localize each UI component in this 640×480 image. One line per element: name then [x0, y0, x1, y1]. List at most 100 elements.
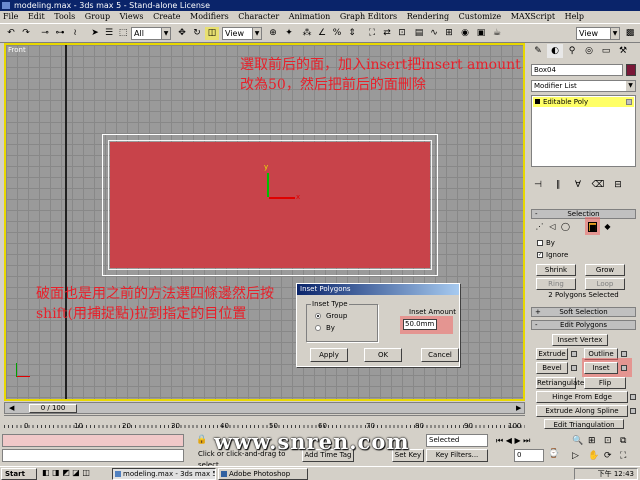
unlink-icon[interactable]: ⊶ — [53, 27, 67, 40]
ok-button[interactable]: OK — [364, 348, 402, 362]
dialog-title[interactable]: Inset Polygons — [297, 284, 459, 295]
angle-snap-icon[interactable]: ∠ — [315, 27, 329, 40]
insert-vertex-button[interactable]: Insert Vertex — [552, 334, 608, 346]
configure-sets-icon[interactable]: ⊟ — [611, 180, 625, 190]
current-frame-field[interactable]: 0 — [514, 449, 544, 462]
select-scale-icon[interactable]: ◫ — [205, 27, 219, 40]
inset-amount-field[interactable]: 50.0mm — [403, 319, 437, 330]
render-scene-icon[interactable]: ▣ — [474, 27, 488, 40]
object-name-field[interactable]: Box04 — [531, 64, 623, 76]
maximize-viewport-icon[interactable]: ⛶ — [620, 451, 626, 461]
select-by-name-icon[interactable]: ☰ — [102, 27, 116, 40]
utilities-tab-icon[interactable]: ⚒ — [615, 44, 631, 58]
redo-icon[interactable]: ↷ — [19, 27, 33, 40]
next-frame-icon[interactable]: ▶ — [516, 404, 521, 412]
select-rotate-icon[interactable]: ↻ — [190, 27, 204, 40]
bevel-settings-icon[interactable] — [571, 365, 577, 371]
select-manipulate-icon[interactable]: ✦ — [282, 27, 296, 40]
extrude-spline-settings-icon[interactable] — [630, 408, 636, 414]
playback-controls-icon[interactable]: ⏮ ◀ ▶ ⏭ — [496, 436, 530, 446]
inset-settings-icon[interactable] — [621, 365, 627, 371]
make-unique-icon[interactable]: ∀ — [571, 180, 585, 190]
by-vertex-checkbox[interactable]: By — [537, 239, 555, 247]
selected-polygon[interactable] — [110, 142, 430, 268]
gizmo-y-axis[interactable] — [267, 173, 269, 197]
arc-rotate-icon[interactable]: ⟳ — [604, 451, 612, 461]
reference-coord-dropdown[interactable]: View ▼ — [222, 27, 262, 40]
ring-button[interactable]: Ring — [536, 278, 576, 290]
key-filters-button[interactable]: Key Filters... — [426, 449, 488, 462]
menu-help[interactable]: Help — [565, 12, 584, 21]
menu-modifiers[interactable]: Modifiers — [190, 12, 229, 21]
selection-filter-dropdown[interactable]: All ▼ — [131, 27, 171, 40]
hierarchy-tab-icon[interactable]: ⚲ — [564, 44, 580, 58]
select-link-icon[interactable]: ⊸ — [38, 27, 52, 40]
fov-icon[interactable]: ▷ — [572, 451, 579, 461]
region-select-icon[interactable]: ⬚ — [116, 27, 130, 40]
key-mode-dropdown[interactable]: Selected — [426, 434, 488, 447]
stack-item-editable-poly[interactable]: Editable Poly — [533, 97, 634, 107]
menu-group[interactable]: Group — [85, 12, 110, 21]
extrude-button[interactable]: Extrude — [536, 348, 568, 360]
quick-render-icon[interactable]: ☕ — [490, 27, 504, 40]
shrink-button[interactable]: Shrink — [536, 264, 576, 276]
apply-button[interactable]: Apply — [310, 348, 348, 362]
clock[interactable]: 下午 12:43 — [598, 470, 634, 478]
object-color-swatch[interactable] — [626, 64, 636, 76]
gizmo-x-axis[interactable] — [269, 197, 295, 199]
zoom-icon[interactable]: 🔍 — [572, 436, 583, 446]
bevel-button[interactable]: Bevel — [536, 362, 568, 374]
material-editor-icon[interactable]: ◉ — [458, 27, 472, 40]
menu-views[interactable]: Views — [120, 12, 144, 21]
remove-modifier-icon[interactable]: ⌫ — [591, 180, 605, 190]
polygon-mode-icon[interactable]: ■ — [588, 222, 597, 232]
layer-manager-icon[interactable]: ▤ — [412, 27, 426, 40]
pan-icon[interactable]: ✋ — [588, 451, 599, 461]
ignore-backfacing-checkbox[interactable]: ✓ Ignore — [537, 251, 568, 259]
edit-polygons-rollout-header[interactable]: - Edit Polygons — [531, 320, 636, 330]
hinge-settings-icon[interactable] — [630, 394, 636, 400]
menu-tools[interactable]: Tools — [54, 12, 75, 21]
stack-item-toggle[interactable] — [626, 99, 632, 105]
time-config-icon[interactable]: ⌚ — [548, 449, 559, 459]
vertex-mode-icon[interactable]: ⋰ — [535, 222, 544, 232]
mirror-icon[interactable]: ⇄ — [380, 27, 394, 40]
menu-customize[interactable]: Customize — [459, 12, 502, 21]
menu-graph-editors[interactable]: Graph Editors — [340, 12, 397, 21]
selection-rollout-header[interactable]: - Selection — [531, 209, 636, 219]
display-tab-icon[interactable]: ▭ — [598, 44, 614, 58]
menu-rendering[interactable]: Rendering — [407, 12, 449, 21]
snap-toggle-icon[interactable]: ⁂ — [300, 27, 314, 40]
zoom-extents-all-icon[interactable]: ⧉ — [620, 436, 626, 446]
loop-button[interactable]: Loop — [585, 278, 625, 290]
modifier-list-dropdown[interactable]: Modifier List ▼ — [531, 80, 636, 92]
extrude-along-spline-button[interactable]: Extrude Along Spline — [536, 405, 628, 417]
schematic-view-icon[interactable]: ⊞ — [442, 27, 456, 40]
edit-triangulation-button[interactable]: Edit Triangulation — [544, 419, 624, 429]
render-last-icon[interactable]: ▩ — [623, 27, 637, 40]
zoom-extents-icon[interactable]: ⊡ — [604, 436, 612, 446]
percent-snap-icon[interactable]: % — [330, 27, 344, 40]
prev-frame-icon[interactable]: ◀ — [9, 404, 14, 412]
motion-tab-icon[interactable]: ◎ — [581, 44, 597, 58]
flip-button[interactable]: Flip — [584, 377, 626, 389]
pivot-center-icon[interactable]: ⊕ — [266, 27, 280, 40]
border-mode-icon[interactable]: ◯ — [561, 222, 570, 232]
curve-editor-icon[interactable]: ∿ — [427, 27, 441, 40]
viewport-label[interactable]: Front — [8, 46, 26, 54]
radio-group[interactable]: Group — [315, 312, 347, 320]
select-object-icon[interactable]: ➤ — [88, 27, 102, 40]
retriangulate-button[interactable]: Retriangulate — [536, 377, 584, 389]
align-icon[interactable]: ⊡ — [395, 27, 409, 40]
select-move-icon[interactable]: ✥ — [175, 27, 189, 40]
cancel-button[interactable]: Cancel — [421, 348, 459, 362]
render-type-dropdown[interactable]: View ▼ — [576, 27, 620, 40]
pin-stack-icon[interactable]: ⊣ — [531, 180, 545, 190]
time-slider-track[interactable]: ◀ 0 / 100 ▶ — [4, 402, 525, 414]
taskbar-item-3dsmax[interactable]: modeling.max - 3ds max 5... — [112, 468, 216, 480]
undo-icon[interactable]: ↶ — [4, 27, 18, 40]
menu-edit[interactable]: Edit — [28, 12, 45, 21]
named-selection-icon[interactable]: ⛶ — [365, 27, 379, 40]
start-button[interactable]: Start — [1, 468, 37, 480]
grow-button[interactable]: Grow — [585, 264, 625, 276]
